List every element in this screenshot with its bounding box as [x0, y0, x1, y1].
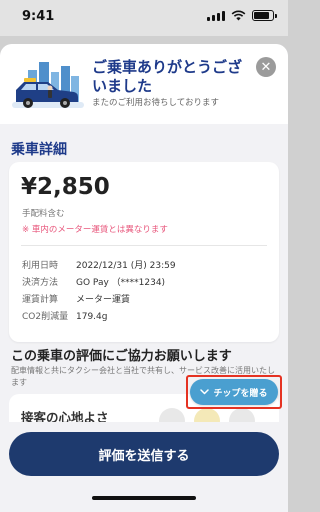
- header-subtitle: またのご利用お待ちしております: [92, 98, 219, 108]
- submit-rating-button[interactable]: 評価を送信する: [9, 432, 279, 476]
- battery-icon: [252, 10, 277, 21]
- close-button[interactable]: ✕: [256, 57, 276, 77]
- header-title: ご乗車ありがとうございました: [92, 58, 243, 95]
- wifi-icon: [231, 10, 246, 21]
- evaluation-title: この乗車の評価にご協力お願いします: [11, 349, 232, 364]
- status-time: 9:41: [22, 9, 55, 24]
- ride-details-title: 乗車詳細: [11, 142, 67, 158]
- taxi-city-illustration: [12, 62, 84, 108]
- detail-value: 2022/12/31 (月) 23:59: [76, 261, 176, 271]
- close-icon: ✕: [260, 59, 272, 75]
- detail-label: CO2削減量: [22, 312, 69, 322]
- status-icons: [207, 10, 277, 21]
- thank-you-header: ご乗車ありがとうございました またのご利用お待ちしております ✕: [0, 44, 288, 124]
- ride-complete-sheet: ご乗車ありがとうございました またのご利用お待ちしております ✕ 乗車詳細 ¥2…: [0, 44, 288, 512]
- tip-highlight-box: [186, 375, 282, 409]
- fare-amount: ¥2,850: [21, 174, 110, 200]
- cellular-signal-icon: [207, 10, 225, 21]
- detail-row-datetime: 利用日時 2022/12/31 (月) 23:59: [22, 258, 176, 271]
- status-bar: 9:41: [0, 0, 288, 36]
- submit-rating-label: 評価を送信する: [98, 448, 190, 464]
- ride-details-card: ¥2,850 手配料含む ※ 車内のメーター運賃とは異なります 利用日時 2022…: [9, 162, 279, 342]
- detail-row-payment: 決済方法 GO Pay （****1234): [22, 275, 165, 288]
- home-indicator: [92, 496, 196, 500]
- detail-label: 運賃計算: [22, 295, 59, 305]
- card-divider: [21, 245, 267, 246]
- detail-value: 179.4g: [76, 312, 108, 322]
- detail-label: 利用日時: [22, 261, 59, 271]
- detail-row-fare-calc: 運賃計算 メーター運賃: [22, 292, 130, 305]
- detail-row-co2: CO2削減量 179.4g: [22, 309, 107, 322]
- submit-area: 評価を送信する: [0, 422, 288, 512]
- detail-value: メーター運賃: [76, 295, 131, 305]
- fare-warning: ※ 車内のメーター運賃とは異なります: [22, 225, 168, 235]
- detail-value: GO Pay （****1234): [76, 278, 166, 288]
- detail-label: 決済方法: [22, 278, 59, 288]
- fare-note: 手配料含む: [22, 209, 65, 219]
